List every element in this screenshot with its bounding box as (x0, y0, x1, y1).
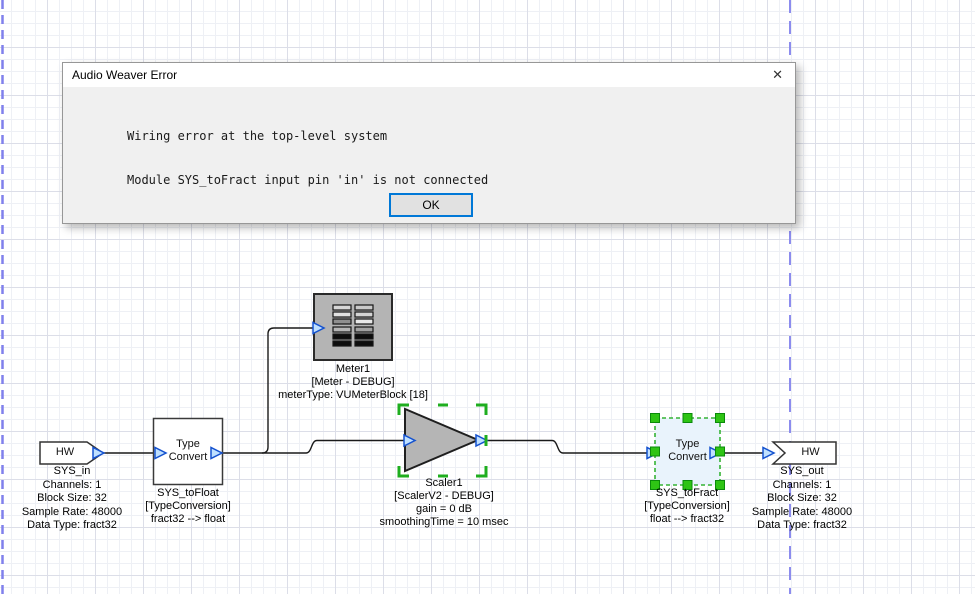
module-prop-label: Data Type: fract32 (742, 519, 862, 533)
module-prop-label: Sample Rate: 48000 (742, 506, 862, 520)
tofract-shape-label: Type Convert (655, 438, 720, 464)
hw-output-shape-label: HW (785, 446, 836, 459)
module-prop-label: Channels: 1 (742, 479, 862, 493)
module-detail-label: fract32 --> float (118, 513, 258, 526)
hw-input-shape-label: HW (40, 446, 90, 459)
ok-button[interactable]: OK (389, 193, 473, 217)
scaler-labels: Scaler1 [ScalerV2 - DEBUG] gain = 0 dB s… (354, 477, 534, 529)
hw-input-labels: SYS_in Channels: 1 Block Size: 32 Sample… (12, 465, 132, 533)
module-name-label: SYS_in (12, 465, 132, 479)
dialog-message-line: Module SYS_toFract input pin 'in' is not… (127, 173, 488, 188)
module-prop-label: Data Type: fract32 (12, 519, 132, 533)
module-prop-label: Channels: 1 (12, 479, 132, 493)
scaler-block[interactable] (405, 409, 478, 471)
module-class-label: [ScalerV2 - DEBUG] (354, 490, 534, 503)
module-name-label: Meter1 (253, 363, 453, 376)
meter-block[interactable] (314, 294, 392, 360)
error-dialog: Audio Weaver Error ✕ Wiring error at the… (62, 62, 796, 224)
module-name-label: Scaler1 (354, 477, 534, 490)
schematic-canvas[interactable]: HW Type Convert Type Convert HW SYS_in C… (0, 0, 975, 594)
module-prop-label: Sample Rate: 48000 (12, 506, 132, 520)
module-class-label: [Meter - DEBUG] (253, 376, 453, 389)
dialog-title: Audio Weaver Error (72, 63, 177, 87)
meter-labels: Meter1 [Meter - DEBUG] meterType: VUMete… (253, 363, 453, 402)
input-pin-icon[interactable] (763, 448, 774, 459)
tofloat-shape-label: Type Convert (153, 438, 223, 464)
dialog-message-line: Wiring error at the top-level system (127, 129, 488, 144)
wire-tofloat-to-scaler[interactable] (222, 441, 404, 454)
module-class-label: [TypeConversion] (118, 500, 258, 513)
dialog-titlebar[interactable]: Audio Weaver Error ✕ (63, 63, 795, 87)
module-name-label: SYS_out (742, 465, 862, 479)
tofloat-labels: SYS_toFloat [TypeConversion] fract32 -->… (118, 487, 258, 526)
module-detail-label: smoothingTime = 10 msec (354, 516, 534, 529)
module-detail-label: meterType: VUMeterBlock [18] (253, 389, 453, 402)
wire-scaler-to-tofract[interactable] (487, 441, 647, 454)
module-prop-label: Block Size: 32 (12, 492, 132, 506)
hw-output-labels: SYS_out Channels: 1 Block Size: 32 Sampl… (742, 465, 862, 533)
module-detail-label: gain = 0 dB (354, 503, 534, 516)
module-name-label: SYS_toFloat (118, 487, 258, 500)
close-icon[interactable]: ✕ (772, 63, 783, 87)
module-prop-label: Block Size: 32 (742, 492, 862, 506)
